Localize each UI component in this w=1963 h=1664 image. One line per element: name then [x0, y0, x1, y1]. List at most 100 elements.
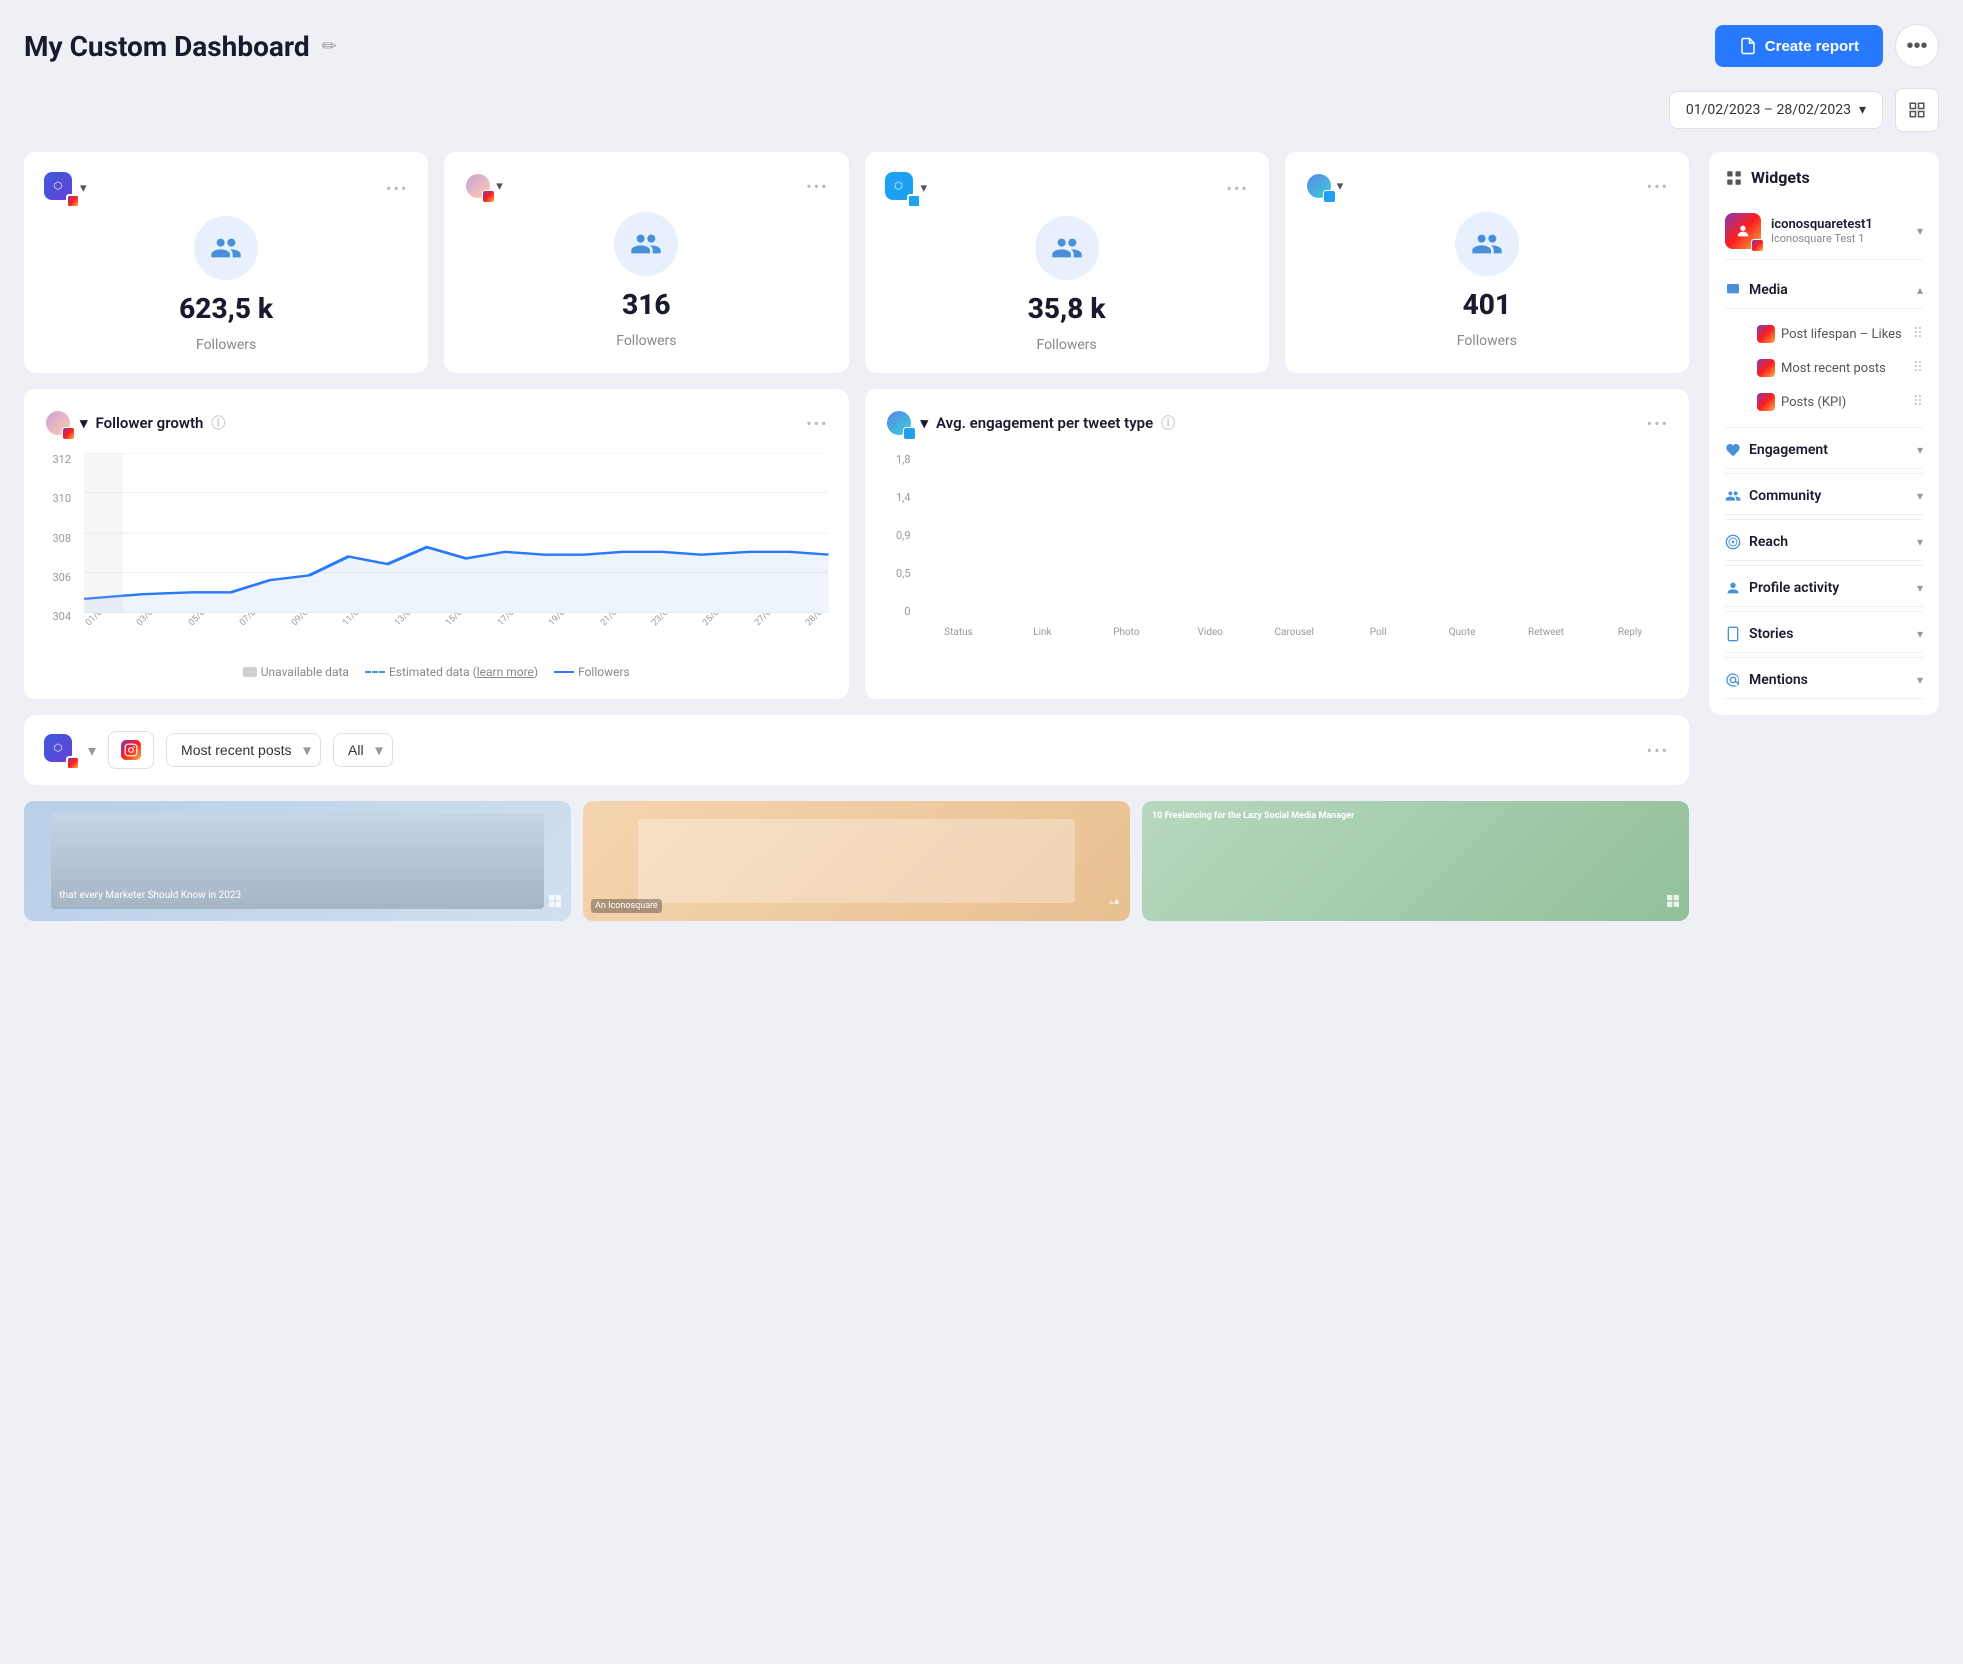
reach-section-header[interactable]: Reach ▾ [1725, 524, 1923, 561]
mentions-chevron: ▾ [1917, 673, 1923, 687]
profile-activity-label: Profile activity [1749, 580, 1839, 596]
profile-activity-chevron: ▾ [1917, 581, 1923, 595]
chart-header-growth: ▾ Follower growth ⓘ ••• [44, 409, 829, 437]
people-icon [630, 228, 662, 260]
stories-chevron: ▾ [1917, 627, 1923, 641]
all-filter-wrapper[interactable]: All [333, 733, 393, 767]
main-grid: ⬡ ▾ ••• 623,5 k Followers [24, 152, 1689, 921]
stats-row: ⬡ ▾ ••• 623,5 k Followers [24, 152, 1689, 373]
stat-value-3: 35,8 k [1028, 292, 1106, 325]
bar-chart-inner [920, 453, 1670, 618]
post-thumb-1: that every Marketer Should Know in 2023 [24, 801, 571, 921]
platform-selector-1[interactable]: ⬡ ▾ [44, 172, 87, 204]
drag-icon-posts-kpi[interactable]: ⠿ [1913, 394, 1923, 410]
account-info: iconosquaretest1 Iconosquare Test 1 [1771, 217, 1907, 245]
bottom-bar-more[interactable]: ••• [1647, 741, 1669, 760]
stat-card-more-4[interactable]: ••• [1647, 177, 1669, 196]
bottom-toolbar: ⬡ ▾ Most recen [24, 715, 1689, 785]
bar-label-video: Video [1171, 623, 1249, 638]
platform-selector-2[interactable]: ▾ [464, 172, 503, 200]
chart-more-growth[interactable]: ••• [806, 414, 828, 433]
widget-post-lifespan[interactable]: Post lifespan – Likes ⠿ [1757, 317, 1923, 351]
account-chevron-down: ▾ [1917, 224, 1923, 238]
followers-icon-2 [614, 212, 678, 276]
filter-select-wrapper[interactable]: Most recent posts [166, 733, 321, 767]
profile-activity-section-header[interactable]: Profile activity ▾ [1725, 570, 1923, 607]
account-row[interactable]: iconosquaretest1 Iconosquare Test 1 ▾ [1725, 203, 1923, 260]
account-avatar [1725, 213, 1761, 249]
mentions-section-header[interactable]: Mentions ▾ [1725, 662, 1923, 699]
media-section: Media ▴ Post lifespan – Likes ⠿ [1725, 272, 1923, 423]
reach-icon [1725, 534, 1741, 550]
stat-card-header-4: ▾ ••• [1305, 172, 1669, 200]
header-more-button[interactable]: ••• [1895, 24, 1939, 68]
mentions-label: Mentions [1749, 672, 1808, 688]
community-section-header[interactable]: Community ▾ [1725, 478, 1923, 515]
all-filter-select[interactable]: All [333, 733, 393, 767]
community-section-title: Community [1725, 488, 1821, 504]
stat-value-1: 623,5 k [179, 292, 273, 325]
stat-card-2: ▾ ••• 316 Followers [444, 152, 848, 373]
date-picker[interactable]: 01/02/2023 – 28/02/2023 ▾ [1669, 91, 1883, 129]
drag-icon-most-recent[interactable]: ⠿ [1913, 360, 1923, 376]
info-icon: ⓘ [211, 413, 225, 433]
chevron-down-icon[interactable]: ▾ [88, 741, 96, 760]
post-thumb-2: An Iconosquare [583, 801, 1130, 921]
legend-estimated-label: Estimated data (learn more) [389, 665, 538, 679]
chevron-down-icon[interactable]: ▾ [80, 414, 88, 432]
stat-card-more-1[interactable]: ••• [386, 179, 408, 198]
post-thumb-3: 10 Freelancing for the Lazy Social Media… [1142, 801, 1689, 921]
chart-legend: Unavailable data Estimated data (learn m… [44, 665, 829, 679]
most-recent-posts-select[interactable]: Most recent posts [166, 733, 321, 767]
drag-icon-post-lifespan[interactable]: ⠿ [1913, 326, 1923, 342]
platform-icon-1: ⬡ [44, 172, 76, 204]
post-lifespan-label: Post lifespan – Likes [1781, 327, 1902, 342]
page-title: My Custom Dashboard [24, 30, 310, 63]
stat-card-4: ▾ ••• 401 Followers [1285, 152, 1689, 373]
post-caption-3: 10 Freelancing for the Lazy Social Media… [1152, 811, 1354, 821]
legend-estimated: Estimated data (learn more) [365, 665, 538, 679]
stories-section-header[interactable]: Stories ▾ [1725, 616, 1923, 653]
engagement-section-header[interactable]: Engagement ▾ [1725, 432, 1923, 469]
chart-header-engagement: ▾ Avg. engagement per tweet type ⓘ ••• [885, 409, 1670, 437]
profile-activity-section-title: Profile activity [1725, 580, 1839, 596]
stat-value-2: 316 [622, 288, 670, 321]
account-name: iconosquaretest1 [1771, 217, 1907, 232]
post-caption-1: that every Marketer Should Know in 2023 [59, 890, 241, 901]
community-chevron: ▾ [1917, 489, 1923, 503]
stat-card-more-3[interactable]: ••• [1227, 179, 1249, 198]
people-icon [210, 232, 242, 264]
stat-card-header-2: ▾ ••• [464, 172, 828, 200]
stat-card-3: ⬡ ▾ ••• 35,8 k Followers [865, 152, 1269, 373]
platform-selector-3[interactable]: ⬡ ▾ [885, 172, 928, 204]
learn-more-link[interactable]: learn more [477, 665, 534, 679]
header-right: Create report ••• [1715, 24, 1939, 68]
create-report-button[interactable]: Create report [1715, 25, 1883, 67]
mentions-section-title: Mentions [1725, 672, 1808, 688]
media-icon [1725, 282, 1741, 298]
chevron-down-icon[interactable]: ▾ [921, 414, 929, 432]
info-icon-engagement: ⓘ [1161, 413, 1175, 433]
grid-toggle-button[interactable] [1895, 88, 1939, 132]
stat-value-4: 401 [1463, 288, 1511, 321]
stat-card-more-2[interactable]: ••• [806, 177, 828, 196]
media-section-header[interactable]: Media ▴ [1725, 272, 1923, 309]
people-icon [1471, 228, 1503, 260]
engagement-chart-title: Avg. engagement per tweet type [936, 414, 1153, 432]
edit-icon[interactable]: ✏ [322, 36, 337, 57]
widget-most-recent-posts[interactable]: Most recent posts ⠿ [1757, 351, 1923, 385]
chart-title-engagement: ▾ Avg. engagement per tweet type ⓘ [885, 409, 1176, 437]
community-icon [1725, 488, 1741, 504]
media-sub-items: Post lifespan – Likes ⠿ Most recent post… [1725, 309, 1923, 423]
widget-posts-kpi[interactable]: Posts (KPI) ⠿ [1757, 385, 1923, 419]
bar-label-reply: Reply [1591, 623, 1669, 638]
date-range-text: 01/02/2023 – 28/02/2023 [1686, 102, 1851, 118]
charts-row: ▾ Follower growth ⓘ ••• 312 310 308 306 … [24, 389, 1689, 699]
post-overlay-icon-1 [547, 893, 563, 913]
grid-icon [1908, 101, 1926, 119]
stories-section-title: Stories [1725, 626, 1793, 642]
chart-more-engagement[interactable]: ••• [1647, 414, 1669, 433]
platform-selector-4[interactable]: ▾ [1305, 172, 1344, 200]
divider-2 [1725, 473, 1923, 474]
x-axis-labels: 01/02 03/02 05/02 07/02 09/02 11/02 13/0… [84, 613, 829, 653]
